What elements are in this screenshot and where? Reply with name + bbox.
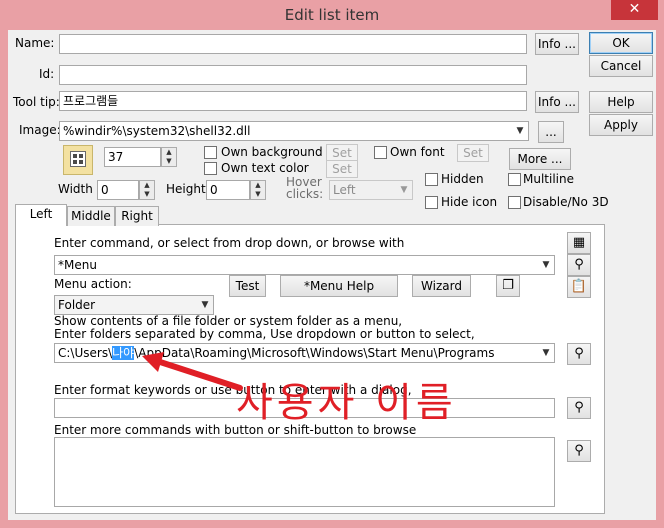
tooltip-label: Tool tip: [13, 95, 60, 109]
icon-preview [63, 145, 93, 175]
spin-down-icon[interactable]: ▼ [140, 190, 154, 199]
set-text-color-button[interactable]: Set [326, 160, 358, 178]
own-background-label: Own background [221, 145, 323, 159]
tooltip-field[interactable]: 프로그램들 [59, 91, 527, 111]
image-combo[interactable]: %windir%\system32\shell32.dll ▼ [59, 121, 529, 141]
hover-clicks-value: Left [333, 183, 356, 197]
hidden-checkbox[interactable] [425, 173, 438, 186]
folder-desc-line-2: Enter folders separated by comma, Use dr… [54, 327, 475, 341]
name-field[interactable] [59, 34, 527, 54]
folder-desc-line-1: Show contents of a file folder or system… [54, 314, 403, 328]
apply-button[interactable]: Apply [589, 114, 653, 136]
multiline-checkbox[interactable] [508, 173, 521, 186]
hidden-label: Hidden [441, 172, 484, 186]
help-button[interactable]: Help [589, 91, 653, 113]
spin-down-icon[interactable]: ▼ [251, 190, 265, 199]
annotation-arrow-icon [142, 352, 243, 391]
hover-label: Hover clicks: [286, 175, 324, 201]
command-value: *Menu [58, 258, 97, 272]
calculator-icon[interactable]: ▦ [567, 232, 591, 254]
tab-right[interactable]: Right [115, 206, 159, 226]
multiline-label: Multiline [523, 172, 574, 186]
disable-no-3d-checkbox[interactable] [508, 196, 521, 209]
width-field[interactable]: 0 [97, 180, 139, 200]
height-stepper[interactable]: ▲ ▼ [250, 180, 266, 200]
format-binoculars-icon[interactable]: ⚲ [567, 397, 591, 419]
name-label: Name: [15, 36, 55, 50]
command-label: Enter command, or select from drop down,… [54, 236, 405, 250]
set-font-button[interactable]: Set [457, 144, 489, 162]
spin-up-icon[interactable]: ▲ [251, 181, 265, 190]
spin-up-icon[interactable]: ▲ [140, 181, 154, 190]
info-tooltip-button[interactable]: Info ... [535, 91, 579, 113]
id-label: Id: [39, 67, 55, 81]
chevron-down-icon[interactable]: ▼ [199, 299, 211, 311]
tab-middle[interactable]: Middle [67, 206, 115, 226]
hover-clicks-combo[interactable]: Left ▼ [329, 180, 413, 200]
chevron-down-icon[interactable]: ▼ [540, 259, 552, 271]
folder-path-combo[interactable]: C:\Users\나야\AppData\Roaming\Microsoft\Wi… [54, 343, 555, 363]
command-combo[interactable]: *Menu ▼ [54, 255, 555, 275]
width-label: Width [58, 182, 93, 196]
own-background-checkbox[interactable] [204, 146, 217, 159]
image-value: %windir%\system32\shell32.dll [63, 124, 251, 138]
info-name-button[interactable]: Info ... [535, 33, 579, 55]
own-font-checkbox[interactable] [374, 146, 387, 159]
paste-icon[interactable]: 📋 [567, 276, 591, 298]
hide-icon-label: Hide icon [441, 195, 498, 209]
path-prefix: C:\Users\ [58, 346, 113, 360]
more-commands-binoculars-icon[interactable]: ⚲ [567, 440, 591, 462]
disable-no-3d-label: Disable/No 3D [523, 195, 609, 209]
ok-button[interactable]: OK [589, 32, 653, 54]
icon-index-stepper[interactable]: ▲ ▼ [161, 147, 177, 167]
copy-icon[interactable]: ❐ [496, 275, 520, 297]
own-text-color-checkbox[interactable] [204, 162, 217, 175]
folder-browse-binoculars-icon[interactable]: ⚲ [567, 343, 591, 365]
programs-icon [70, 151, 86, 167]
action-combo[interactable]: Folder ▼ [54, 295, 214, 315]
height-field[interactable]: 0 [206, 180, 250, 200]
more-commands-field[interactable] [54, 437, 555, 507]
action-value: Folder [58, 298, 96, 312]
spin-down-icon[interactable]: ▼ [162, 157, 176, 166]
close-button[interactable]: ✕ [611, 0, 658, 20]
tab-left[interactable]: Left [15, 204, 67, 226]
window-title: Edit list item [284, 6, 380, 24]
height-label: Height [166, 182, 206, 196]
chevron-down-icon[interactable]: ▼ [540, 347, 552, 359]
wizard-button[interactable]: Wizard [412, 275, 471, 297]
icon-index-field[interactable]: 37 [104, 147, 161, 167]
test-button[interactable]: Test [229, 275, 266, 297]
id-field[interactable] [59, 65, 527, 85]
width-stepper[interactable]: ▲ ▼ [139, 180, 155, 200]
menu-action-label: Menu action: [54, 277, 132, 291]
own-text-color-label: Own text color [221, 161, 309, 175]
spin-up-icon[interactable]: ▲ [162, 148, 176, 157]
more-button[interactable]: More ... [509, 148, 571, 170]
hide-icon-checkbox[interactable] [425, 196, 438, 209]
cancel-button[interactable]: Cancel [589, 55, 653, 77]
menu-help-button[interactable]: *Menu Help [280, 275, 398, 297]
browse-binoculars-icon[interactable]: ⚲ [567, 254, 591, 276]
image-browse-button[interactable]: ... [538, 121, 564, 143]
image-label: Image: [19, 123, 61, 137]
path-username-selection: 나야 [112, 346, 135, 360]
chevron-down-icon[interactable]: ▼ [398, 184, 410, 196]
annotation-text: 사용자 이름 [236, 380, 457, 426]
own-font-label: Own font [390, 145, 445, 159]
chevron-down-icon[interactable]: ▼ [514, 125, 526, 137]
